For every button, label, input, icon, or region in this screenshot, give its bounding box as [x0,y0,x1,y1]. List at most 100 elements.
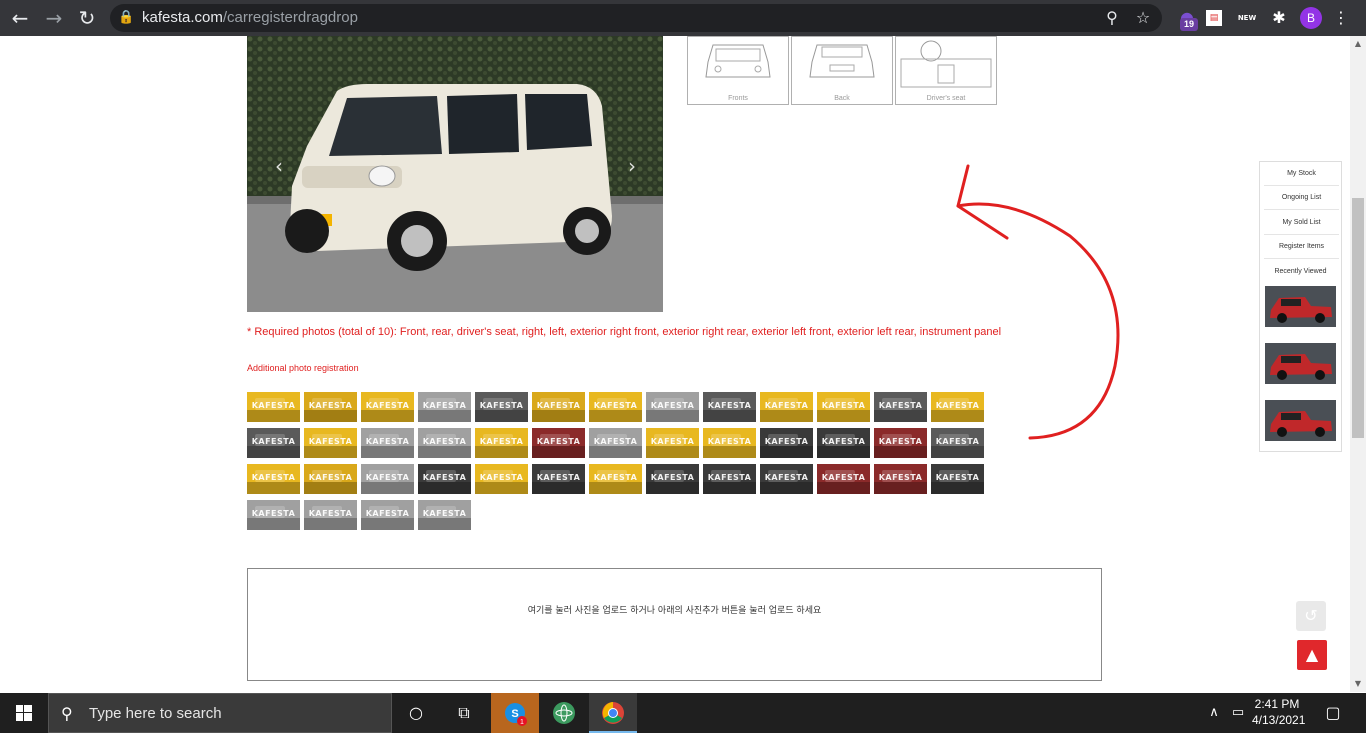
watermark-text: KAFESTA [593,473,638,482]
photo-thumbnail[interactable]: KAFESTA [361,464,414,494]
quick-menu-sidebar: My Stock Ongoing List My Sold List Regis… [1259,161,1342,452]
scroll-to-top-button[interactable]: ▲ [1297,640,1327,670]
zoom-icon[interactable]: ⚲ [1100,6,1124,30]
photo-thumbnail[interactable]: KAFESTA [247,428,300,458]
new-extension-icon[interactable]: NEW [1236,7,1258,29]
photo-thumbnail[interactable]: KAFESTA [760,464,813,494]
skype-notification-count: 1 [520,719,524,726]
notification-center-icon[interactable]: ▢ [1323,703,1343,723]
atom-app-icon[interactable] [540,693,588,733]
watermark-text: KAFESTA [764,437,809,446]
photo-thumbnail[interactable]: KAFESTA [703,428,756,458]
recent-car-thumb[interactable] [1265,286,1336,327]
photo-thumbnail[interactable]: KAFESTA [646,392,699,422]
watermark-text: KAFESTA [536,401,581,410]
photo-thumbnail[interactable]: KAFESTA [418,428,471,458]
photo-thumbnail[interactable]: KAFESTA [703,392,756,422]
extensions-icon[interactable]: ✱ [1268,7,1290,29]
photo-thumbnail[interactable]: KAFESTA [817,464,870,494]
photo-thumbnail[interactable]: KAFESTA [589,464,642,494]
photo-thumbnail[interactable]: KAFESTA [817,428,870,458]
main-car-photo[interactable]: ‹ › [247,36,663,312]
calendar-extension-icon[interactable]: ▤ [1206,10,1222,26]
tray-chevron-icon[interactable]: ∧ [1204,703,1224,723]
photo-thumbnail[interactable]: KAFESTA [418,464,471,494]
additional-photo-link[interactable]: Additional photo registration [247,363,359,373]
diagram-front[interactable]: Fronts [687,36,789,105]
windows-start-icon[interactable] [0,693,48,733]
photo-thumbnail[interactable]: KAFESTA [361,500,414,530]
photo-thumbnail[interactable]: KAFESTA [247,500,300,530]
photo-thumbnail[interactable]: KAFESTA [874,428,927,458]
photo-thumbnail[interactable]: KAFESTA [304,428,357,458]
page-scrollbar[interactable]: ▲ ▼ [1350,36,1366,692]
photo-thumbnail[interactable]: KAFESTA [361,428,414,458]
photo-thumbnail[interactable]: KAFESTA [646,428,699,458]
watermark-text: KAFESTA [935,437,980,446]
chrome-taskbar-icon[interactable] [589,693,637,733]
photo-thumbnail[interactable]: KAFESTA [874,464,927,494]
network-icon[interactable]: ▭ [1228,703,1248,723]
photo-thumbnail[interactable]: KAFESTA [817,392,870,422]
taskbar-search-box[interactable]: ⚲ Type here to search [48,693,392,733]
photo-thumbnail[interactable]: KAFESTA [532,428,585,458]
forward-icon[interactable]: → [42,6,66,30]
recent-car-thumb[interactable] [1265,343,1336,384]
history-icon[interactable]: ↺ [1296,601,1326,631]
diagram-drivers-seat[interactable]: Driver's seat [895,36,997,105]
photo-thumbnail[interactable]: KAFESTA [475,428,528,458]
watermark-text: KAFESTA [878,437,923,446]
sidebar-item-my-stock[interactable]: My Stock [1264,162,1339,186]
profile-avatar[interactable]: B [1300,7,1322,29]
carousel-next-icon[interactable]: › [622,154,642,178]
watermark-text: KAFESTA [878,401,923,410]
photo-thumbnail[interactable]: KAFESTA [418,392,471,422]
address-bar[interactable]: 🔒 kafesta.com/carregisterdragdrop ⚲ ☆ [110,4,1162,32]
photo-thumbnail[interactable]: KAFESTA [703,464,756,494]
scroll-thumb[interactable] [1352,198,1364,438]
upload-dropzone[interactable]: 여기를 눌러 사진을 업로드 하거나 아래의 사진추가 버튼을 눌러 업로드 하… [247,568,1102,681]
watermark-text: KAFESTA [251,437,296,446]
photo-thumbnail[interactable]: KAFESTA [247,464,300,494]
back-icon[interactable]: ← [8,6,32,30]
sidebar-item-ongoing-list[interactable]: Ongoing List [1264,186,1339,210]
photo-thumbnail[interactable]: KAFESTA [304,392,357,422]
url-text[interactable]: kafesta.com/carregisterdragdrop [142,4,358,32]
scroll-down-icon[interactable]: ▼ [1352,678,1364,690]
watermark-text: KAFESTA [308,437,353,446]
reload-icon[interactable]: ↻ [75,6,99,30]
photo-thumbnail[interactable]: KAFESTA [304,464,357,494]
photo-thumbnail[interactable]: KAFESTA [247,392,300,422]
carousel-prev-icon[interactable]: ‹ [269,154,289,178]
photo-thumbnail[interactable]: KAFESTA [760,428,813,458]
cortana-icon[interactable]: ○ [392,693,440,733]
photo-thumbnail[interactable]: KAFESTA [361,392,414,422]
photo-thumbnail[interactable]: KAFESTA [532,392,585,422]
required-photos-note: * Required photos (total of 10): Front, … [247,326,1002,338]
skype-icon[interactable]: S1 [491,693,539,733]
photo-thumbnail[interactable]: KAFESTA [931,428,984,458]
photo-thumbnail[interactable]: KAFESTA [418,500,471,530]
system-clock[interactable]: 2:41 PM 4/13/2021 [1252,696,1305,728]
menu-kebab-icon[interactable]: ⋮ [1330,7,1352,29]
bookmark-star-icon[interactable]: ☆ [1131,6,1155,30]
watermark-text: KAFESTA [422,437,467,446]
photo-thumbnail[interactable]: KAFESTA [931,392,984,422]
photo-thumbnail[interactable]: KAFESTA [475,392,528,422]
scroll-up-icon[interactable]: ▲ [1352,38,1364,50]
photo-thumbnail[interactable]: KAFESTA [475,464,528,494]
diagram-back[interactable]: Back [791,36,893,105]
photo-thumbnail[interactable]: KAFESTA [589,428,642,458]
photo-thumbnail[interactable]: KAFESTA [304,500,357,530]
recent-car-thumb[interactable] [1265,400,1336,441]
task-view-icon[interactable]: ⧉ [440,693,488,733]
sidebar-item-register-items[interactable]: Register Items [1264,235,1339,259]
photo-thumbnail[interactable]: KAFESTA [589,392,642,422]
photo-thumbnail[interactable]: KAFESTA [646,464,699,494]
watermark-text: KAFESTA [593,437,638,446]
photo-thumbnail[interactable]: KAFESTA [874,392,927,422]
photo-thumbnail[interactable]: KAFESTA [760,392,813,422]
photo-thumbnail[interactable]: KAFESTA [532,464,585,494]
photo-thumbnail[interactable]: KAFESTA [931,464,984,494]
sidebar-item-my-sold-list[interactable]: My Sold List [1264,211,1339,235]
